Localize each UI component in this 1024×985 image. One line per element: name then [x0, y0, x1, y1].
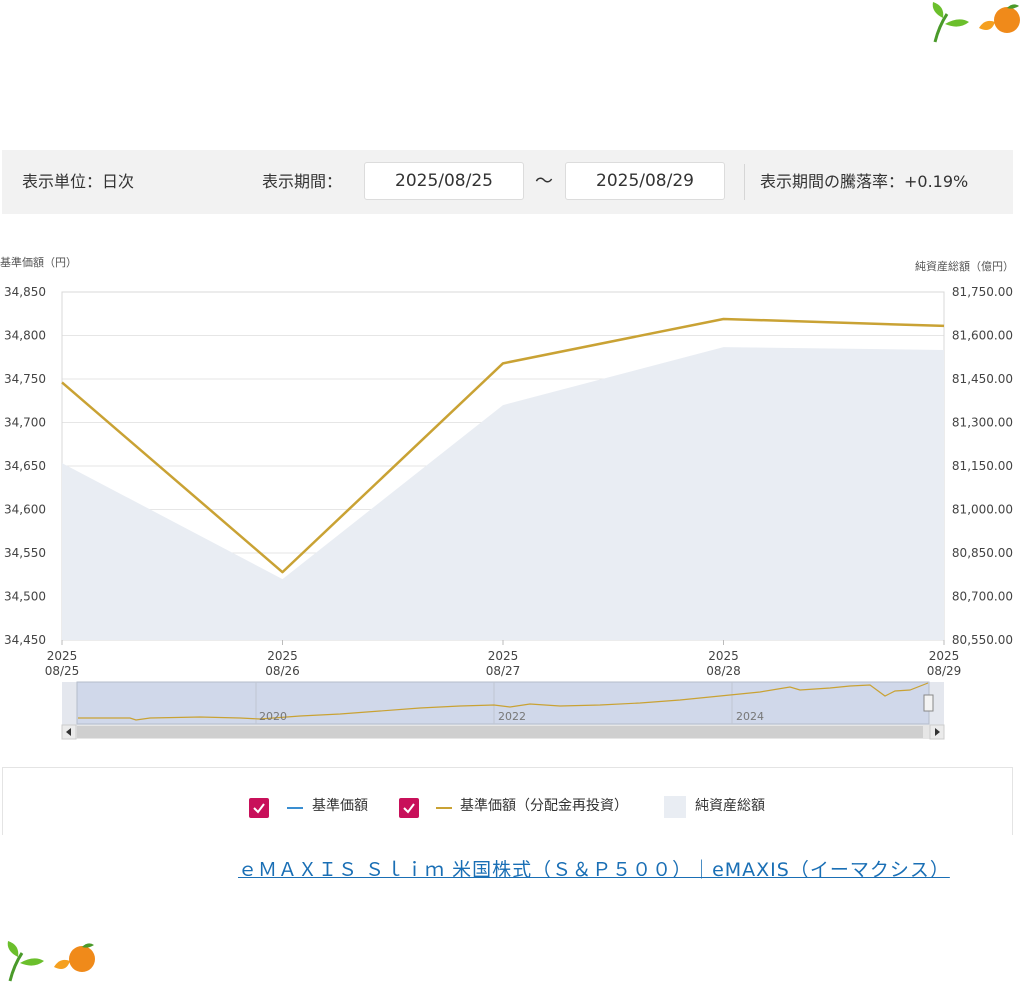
date-range-separator: ～ — [535, 171, 553, 192]
legend-checkbox-nav[interactable] — [249, 798, 269, 818]
leaf-icon — [7, 941, 44, 982]
orange-icon — [979, 4, 1020, 33]
legend-swatch-assets — [664, 796, 686, 818]
x-tick-date: 08/27 — [486, 664, 521, 678]
legend-line-nav — [287, 807, 303, 809]
orange-icon — [54, 943, 95, 972]
right-tick-label: 80,850.00 — [952, 546, 1013, 560]
start-date-input[interactable]: 2025/08/25 — [364, 162, 524, 200]
navigator-year-label: 2024 — [736, 710, 764, 723]
x-tick-year: 2025 — [708, 649, 739, 663]
area-layer — [62, 347, 944, 640]
right-axis-ticks: 81,750.00 81,600.00 81,450.00 81,300.00 81,1… — [952, 285, 1013, 647]
x-tick-date: 08/25 — [45, 664, 80, 678]
right-tick-label: 81,450.00 — [952, 372, 1013, 386]
net-assets-area — [62, 347, 944, 640]
left-tick-label: 34,650 — [4, 459, 46, 473]
x-tick-year: 2025 — [47, 649, 78, 663]
x-tick-year: 2025 — [929, 649, 960, 663]
logo-top — [932, 2, 1020, 43]
left-tick-label: 34,700 — [4, 416, 46, 430]
right-axis-title: 純資産総額（億円） — [915, 259, 1014, 273]
right-tick-label: 81,750.00 — [952, 285, 1013, 299]
legend-checkbox-reinvest[interactable] — [399, 798, 419, 818]
x-tick-date: 08/26 — [265, 664, 300, 678]
display-period-label: 表示期間： — [262, 172, 343, 191]
legend: 基準価額 基準価額（分配金再投資） 純資産総額 — [2, 767, 1013, 835]
left-tick-label: 34,550 — [4, 546, 46, 560]
left-tick-label: 34,450 — [4, 633, 46, 647]
navigator-handle[interactable] — [923, 694, 934, 712]
leaf-icon — [932, 2, 969, 43]
navigator-scrollbar-thumb[interactable] — [77, 726, 923, 738]
legend-label-assets[interactable]: 純資産総額 — [695, 796, 765, 816]
navigator-year-label: 2020 — [259, 710, 287, 723]
x-tick-date: 08/29 — [927, 664, 962, 678]
legend-line-reinvest — [436, 807, 452, 809]
right-tick-label: 80,700.00 — [952, 590, 1013, 604]
toolbar-divider — [744, 164, 745, 200]
x-axis-ticks: 202508/25202508/26202508/27202508/282025… — [45, 640, 962, 678]
left-tick-label: 34,800 — [4, 329, 46, 343]
period-change-rate: 表示期間の騰落率：+0.19% — [760, 172, 969, 191]
left-tick-label: 34,850 — [4, 285, 46, 299]
left-axis-title: 基準価額（円） — [0, 255, 77, 269]
end-date-input[interactable]: 2025/08/29 — [565, 162, 725, 200]
x-tick-year: 2025 — [267, 649, 298, 663]
left-tick-label: 34,500 — [4, 590, 46, 604]
display-unit-label: 表示単位：日次 — [22, 172, 135, 191]
right-tick-label: 81,150.00 — [952, 459, 1013, 473]
legend-label-nav: 基準価額 — [312, 798, 368, 814]
left-axis-ticks: 34,850 34,800 34,750 34,700 34,650 34,600 34,5… — [4, 285, 46, 647]
right-tick-label: 81,600.00 — [952, 329, 1013, 343]
x-tick-date: 08/28 — [706, 664, 741, 678]
left-tick-label: 34,600 — [4, 503, 46, 517]
toolbar: 表示単位：日次 表示期間： 2025/08/25 ～ 2025/08/29 表示… — [2, 150, 1013, 214]
right-tick-label: 80,550.00 — [952, 633, 1013, 647]
check-icon — [253, 803, 265, 814]
logo-bottom — [7, 941, 95, 982]
left-tick-label: 34,750 — [4, 372, 46, 386]
legend-label-reinvest: 基準価額（分配金再投資） — [460, 798, 628, 814]
right-tick-label: 81,000.00 — [952, 503, 1013, 517]
right-tick-label: 81,300.00 — [952, 416, 1013, 430]
check-icon — [403, 803, 415, 814]
fund-page-link[interactable]: ｅＭＡＸＩＳ Ｓｌｉｍ 米国株式（Ｓ＆Ｐ５００）｜eMAXIS（イーマクシス） — [238, 855, 950, 882]
chart-svg: 基準価額（円） 純資産総額（億円） 34,850 34,800 34,750 34,7… — [0, 255, 1014, 740]
chart-area: 基準価額（円） 純資産総額（億円） 34,850 34,800 34,750 34,7… — [0, 250, 1024, 750]
x-tick-year: 2025 — [488, 649, 519, 663]
range-navigator[interactable]: 2020 2022 2024 — [61, 681, 945, 740]
navigator-year-label: 2022 — [498, 710, 526, 723]
